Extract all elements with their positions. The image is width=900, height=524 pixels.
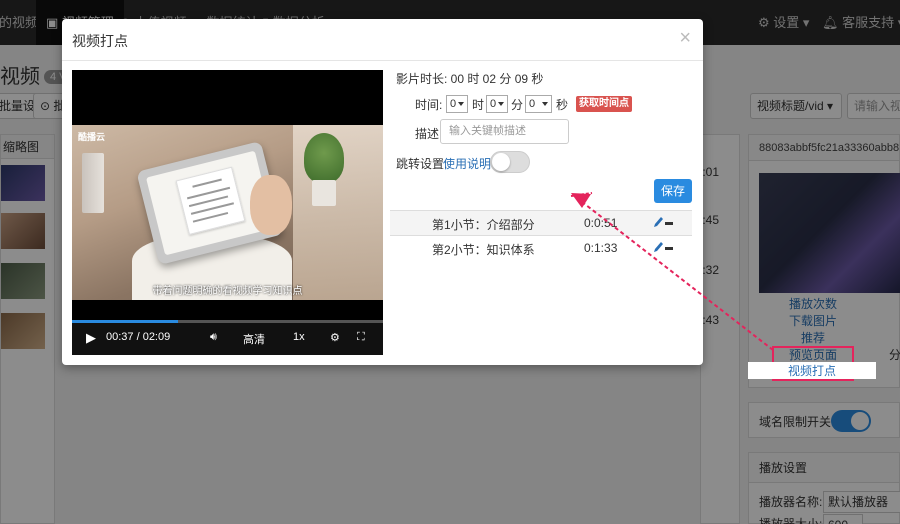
modal-title: 视频打点 — [72, 33, 128, 49]
video-marker-modal: 视频打点 × 酷播云 带着问题明确的看视频学习知识点 ▶ 00:37 / 02:… — [62, 19, 703, 365]
hour-select-value: 0 — [450, 98, 457, 110]
fullscreen-icon[interactable]: ⛶ — [357, 331, 365, 344]
settings-gear-icon[interactable]: ⚙ — [330, 331, 340, 344]
section-time: 0:0:51 — [584, 216, 618, 230]
section-name: 第1小节：介绍部分 — [432, 218, 535, 232]
video-logo: 酷播云 — [78, 132, 106, 142]
hour-unit: 时 — [472, 98, 485, 112]
description-input[interactable]: 输入关键帧描述 — [440, 119, 569, 144]
video-player[interactable]: 酷播云 带着问题明确的看视频学习知识点 ▶ 00:37 / 02:09 🔊︎ 高… — [72, 70, 383, 355]
pencil-icon[interactable] — [652, 215, 664, 229]
time-label: 时间: — [415, 98, 443, 112]
section-time: 0:1:33 — [584, 241, 618, 255]
description-label: 描述: — [415, 127, 443, 141]
second-unit: 秒 — [556, 98, 569, 112]
minute-select[interactable]: 0 — [486, 95, 508, 113]
help-link[interactable]: 使用说明 — [443, 155, 491, 172]
pencil-icon[interactable] — [652, 240, 664, 254]
close-icon[interactable]: × — [679, 27, 691, 50]
chevron-down-icon — [498, 102, 504, 106]
minus-icon[interactable] — [665, 222, 673, 225]
scene-hand — [250, 175, 292, 235]
scene-tablet-card — [175, 166, 246, 236]
scene-cups — [82, 153, 104, 213]
card-line — [192, 178, 222, 188]
volume-icon[interactable]: 🔊︎ — [210, 331, 217, 344]
video-subtitle: 带着问题明确的看视频学习知识点 — [152, 286, 303, 297]
jump-settings-label: 跳转设置: — [396, 157, 448, 171]
second-select[interactable]: 0 — [525, 95, 552, 113]
scene-plant — [304, 133, 344, 183]
video-frame — [72, 125, 383, 300]
section-table: 第1小节：介绍部分 0:0:51 第2小节：知识体系 0:1:33 — [390, 210, 692, 260]
second-select-value: 0 — [529, 98, 536, 110]
jump-settings-toggle[interactable] — [490, 151, 530, 173]
speed-button[interactable]: 1x — [293, 331, 305, 343]
toggle-knob — [492, 153, 510, 171]
play-icon[interactable]: ▶ — [86, 330, 96, 346]
video-time: 00:37 / 02:09 — [106, 331, 171, 343]
get-time-button[interactable]: 获取时间点 — [576, 96, 632, 112]
chevron-down-icon — [458, 102, 464, 106]
card-line — [192, 211, 229, 223]
video-duration: 影片时长: 00 时 02 分 09 秒 — [396, 72, 544, 86]
hour-select[interactable]: 0 — [446, 95, 468, 113]
quality-button[interactable]: 高清 — [243, 331, 265, 347]
modal-header: 视频打点 × — [62, 19, 703, 61]
scene-pot — [312, 180, 336, 206]
minus-icon[interactable] — [665, 247, 673, 250]
minute-select-value: 0 — [490, 98, 497, 110]
table-row: 第1小节：介绍部分 0:0:51 — [390, 210, 692, 235]
save-button[interactable]: 保存 — [654, 179, 692, 203]
table-row: 第2小节：知识体系 0:1:33 — [390, 235, 692, 260]
video-controls: ▶ 00:37 / 02:09 🔊︎ 高清 1x ⚙ ⛶ — [72, 323, 383, 355]
chevron-down-icon — [542, 102, 548, 106]
minute-unit: 分 — [511, 98, 524, 112]
section-name: 第2小节：知识体系 — [432, 243, 535, 257]
link-video-markers-highlighted[interactable]: 视频打点 — [748, 362, 876, 379]
